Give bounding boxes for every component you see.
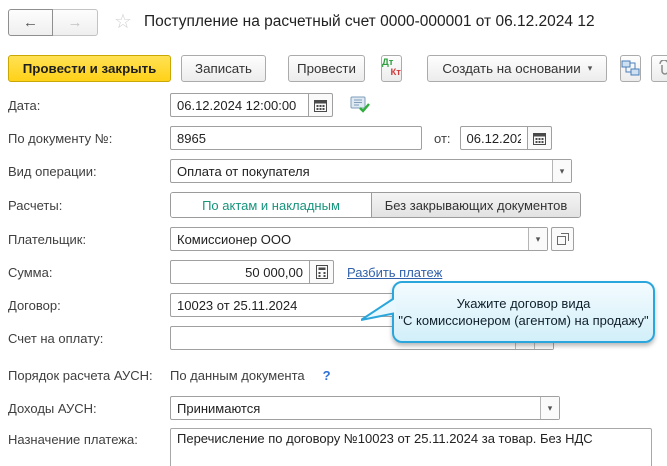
invoice-label: Счет на оплату: — [8, 330, 104, 346]
settlements-option-by-acts[interactable]: По актам и накладным — [171, 193, 371, 217]
payment-purpose-textarea[interactable]: Перечисление по договору №10023 от 25.11… — [170, 428, 652, 466]
history-nav: ← → — [8, 8, 98, 36]
create-based-on-button[interactable]: Создать на основании ▾ — [427, 54, 608, 82]
tooltip-line1: Укажите договор вида — [456, 296, 591, 311]
payer-open-button[interactable] — [551, 227, 574, 251]
doc-date-calendar-button[interactable] — [527, 126, 552, 150]
date-label: Дата: — [8, 97, 41, 113]
calendar-icon — [314, 99, 327, 112]
forward-button[interactable]: → — [53, 8, 98, 36]
date-calendar-button[interactable] — [309, 93, 333, 117]
ausn-income-select[interactable]: Принимаются ▾ — [170, 396, 560, 420]
operation-type-row: Вид операции: Оплата от покупателя ▾ — [8, 159, 667, 183]
ausn-order-value: По данным документа — [170, 367, 305, 383]
open-link-icon — [556, 233, 569, 245]
kt-label: Кт — [390, 67, 401, 78]
tooltip-arrow — [361, 296, 396, 321]
document-form: Дата: По документу №: — [8, 93, 667, 466]
calculator-icon — [315, 265, 328, 279]
split-payment-link[interactable]: Разбить платеж — [347, 265, 442, 280]
post-button[interactable]: Провести — [288, 54, 365, 82]
ausn-income-label: Доходы АУСН: — [8, 400, 97, 416]
ausn-order-label: Порядок расчета АУСН: — [8, 367, 153, 383]
post-and-close-button[interactable]: Провести и закрыть — [8, 54, 171, 82]
payer-row: Плательщик: Комиссионер ООО ▾ — [8, 227, 667, 251]
toolbar: Провести и закрыть Записать Провести Дт … — [8, 54, 667, 82]
page-title: Поступление на расчетный счет 0000-00000… — [143, 13, 595, 30]
forward-arrow-icon: → — [67, 13, 83, 31]
document-structure-button[interactable] — [620, 54, 642, 82]
doc-date-input[interactable] — [459, 126, 528, 150]
back-button[interactable]: ← — [8, 8, 53, 36]
calendar-icon — [532, 132, 546, 145]
favorite-star-icon[interactable]: ☆ — [114, 12, 132, 32]
amount-group — [170, 260, 334, 284]
structure-icon — [621, 60, 640, 76]
amount-label: Сумма: — [8, 264, 53, 280]
ausn-order-row: Порядок расчета АУСН: По данным документ… — [8, 366, 667, 384]
ausn-income-row: Доходы АУСН: Принимаются ▾ — [8, 396, 667, 420]
settlements-row: Расчеты: По актам и накладным Без закрыв… — [8, 192, 667, 218]
operation-type-select[interactable]: Оплата от покупателя ▾ — [170, 159, 572, 183]
document-posted-icon — [350, 96, 370, 113]
receipt-document-window: ← → ☆ Поступление на расчетный счет 0000… — [0, 0, 667, 466]
create-based-on-label: Создать на основании — [442, 60, 581, 76]
help-icon[interactable]: ? — [323, 368, 331, 383]
payer-value: Комиссионер ООО — [177, 231, 292, 247]
chevron-down-icon[interactable]: ▾ — [528, 228, 547, 250]
doc-from-label: от: — [434, 130, 451, 146]
payer-select[interactable]: Комиссионер ООО ▾ — [170, 227, 548, 251]
chevron-down-icon[interactable]: ▾ — [540, 397, 559, 419]
tooltip-line2: "С комиссионером (агентом) на продажу" — [398, 313, 649, 328]
doc-number-input[interactable] — [170, 126, 422, 150]
contract-label: Договор: — [8, 297, 61, 313]
payer-label: Плательщик: — [8, 231, 87, 247]
settlements-label: Расчеты: — [8, 197, 63, 213]
back-arrow-icon: ← — [23, 13, 38, 31]
date-input[interactable] — [170, 93, 309, 117]
amount-input[interactable] — [170, 260, 310, 284]
attachments-button[interactable] — [651, 54, 667, 82]
save-button[interactable]: Записать — [181, 54, 266, 82]
dtkt-postings-button[interactable]: Дт Кт — [381, 54, 403, 82]
chevron-down-icon[interactable]: ▾ — [552, 160, 571, 182]
amount-calculator-button[interactable] — [310, 260, 334, 284]
date-input-group — [170, 93, 333, 117]
date-row: Дата: — [8, 93, 667, 117]
operation-type-label: Вид операции: — [8, 163, 97, 179]
settlements-toggle: По актам и накладным Без закрывающих док… — [170, 192, 581, 218]
contract-hint-tooltip: Укажите договор вида "С комиссионером (а… — [361, 281, 655, 343]
ausn-income-value: Принимаются — [177, 400, 261, 416]
doc-date-group — [459, 126, 552, 150]
operation-type-value: Оплата от покупателя — [177, 163, 310, 179]
settlements-option-no-docs[interactable]: Без закрывающих документов — [371, 193, 580, 217]
doc-number-label: По документу №: — [8, 130, 113, 146]
chevron-down-icon: ▾ — [587, 62, 593, 73]
payment-purpose-label: Назначение платежа: — [8, 432, 138, 447]
title-bar: ← → ☆ Поступление на расчетный счет 0000… — [8, 8, 667, 36]
payment-purpose-row: Назначение платежа: Перечисление по дого… — [8, 428, 667, 466]
paperclip-icon — [659, 60, 667, 75]
doc-number-row: По документу №: от: — [8, 126, 667, 150]
